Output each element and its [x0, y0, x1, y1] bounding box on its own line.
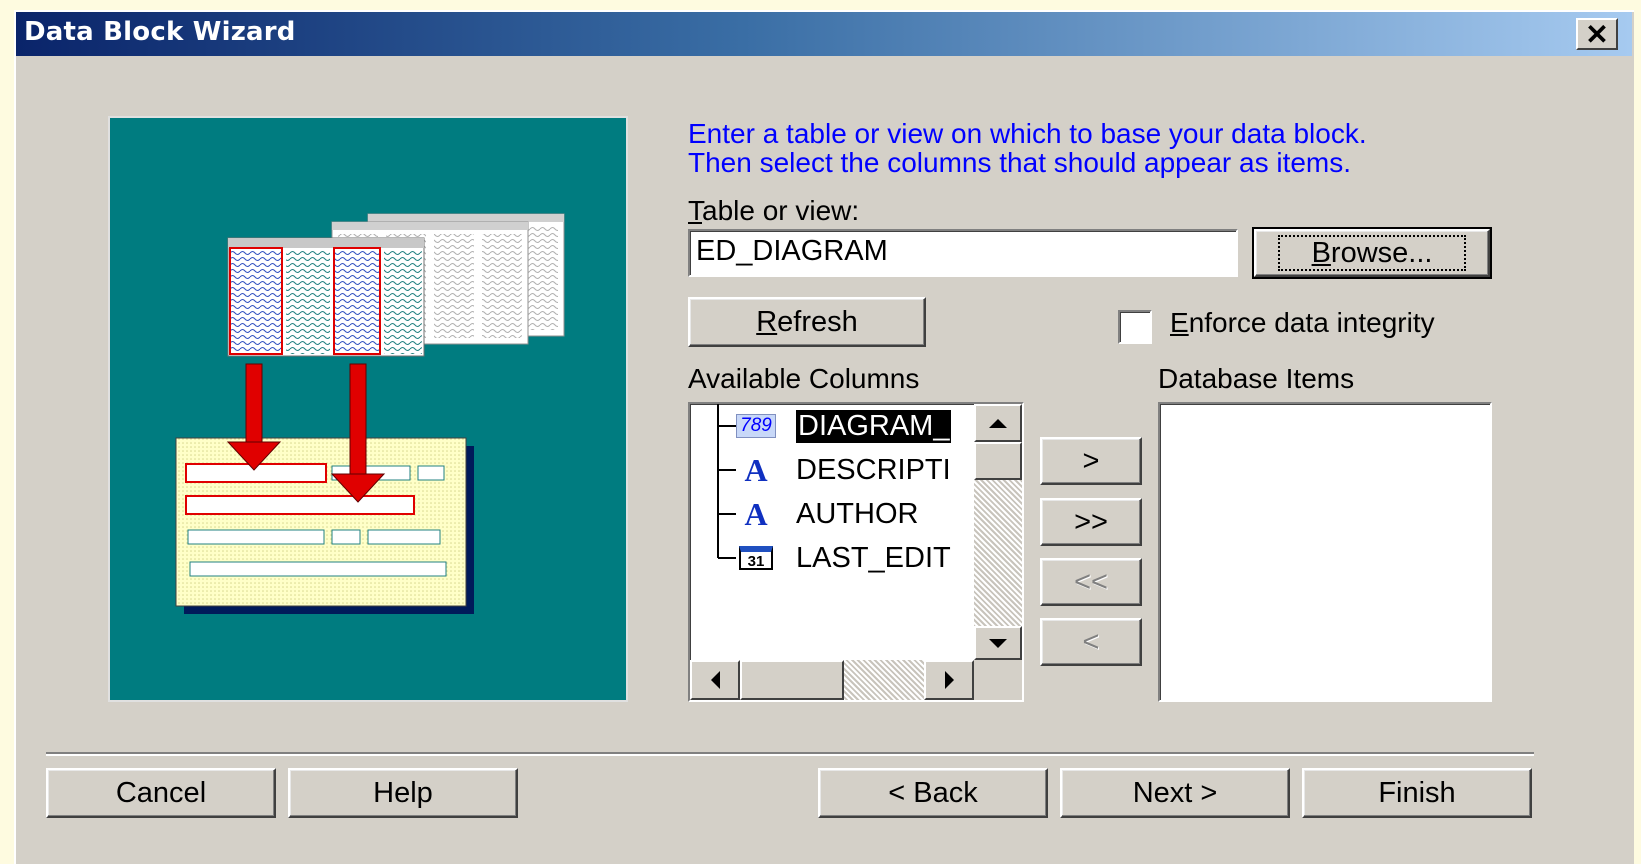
button-separator: [46, 752, 1534, 756]
scroll-right-button[interactable]: [924, 660, 974, 700]
database-items-label: Database Items: [1158, 363, 1355, 394]
arrow-down-icon: [989, 638, 1007, 648]
arrow-left-icon: [710, 671, 720, 689]
column-item-last-edit[interactable]: 31 LAST_EDIT: [734, 538, 951, 578]
scroll-left-button[interactable]: [690, 660, 740, 700]
add-all-button[interactable]: >>: [1040, 498, 1142, 546]
arrow-right-icon: [944, 671, 954, 689]
text-icon: A: [744, 451, 768, 488]
instruction-line-1: Enter a table or view on which to base y…: [688, 118, 1367, 149]
window-title: Data Block Wizard: [24, 17, 296, 47]
finish-button[interactable]: Finish: [1302, 768, 1532, 818]
back-button[interactable]: < Back: [818, 768, 1048, 818]
enforce-data-integrity-label[interactable]: Enforce data integrity: [1170, 307, 1435, 339]
enforce-data-integrity-checkbox[interactable]: [1118, 310, 1152, 344]
horizontal-scroll-thumb[interactable]: [740, 660, 844, 700]
instruction-line-2: Then select the columns that should appe…: [688, 147, 1352, 178]
next-button[interactable]: Next >: [1060, 768, 1290, 818]
table-to-form-illustration: [175, 213, 565, 614]
refresh-button-label: Refresh: [756, 305, 858, 338]
cancel-button[interactable]: Cancel: [46, 768, 276, 818]
refresh-button[interactable]: Refresh: [688, 297, 926, 347]
table-or-view-value: ED_DIAGRAM: [696, 235, 888, 267]
scroll-corner: [974, 660, 1022, 700]
title-bar[interactable]: Data Block Wizard ✕: [16, 12, 1632, 56]
remove-selected-button[interactable]: <: [1040, 618, 1142, 666]
database-items-list[interactable]: [1158, 402, 1492, 702]
number-icon: 789: [734, 411, 778, 441]
wizard-illustration: [108, 116, 628, 702]
column-item-author[interactable]: A AUTHOR: [734, 494, 918, 534]
close-button[interactable]: ✕: [1576, 18, 1618, 50]
add-selected-button[interactable]: >: [1040, 437, 1142, 485]
available-columns-label: Available Columns: [688, 363, 920, 394]
table-or-view-label: Table or view:: [688, 195, 860, 226]
column-item-diagram[interactable]: 789 DIAGRAM_: [734, 406, 952, 446]
table-or-view-input[interactable]: ED_DIAGRAM: [688, 229, 1238, 277]
close-icon: ✕: [1585, 18, 1609, 50]
column-items: 789 DIAGRAM_ A DESCRIPTI A AUTHOR 31 LAS…: [734, 404, 974, 584]
text-icon: A: [744, 495, 768, 532]
available-columns-list[interactable]: 789 DIAGRAM_ A DESCRIPTI A AUTHOR 31 LAS…: [688, 402, 1024, 702]
date-icon: 31: [734, 543, 778, 573]
column-item-description[interactable]: A DESCRIPTI: [734, 450, 950, 490]
vertical-scroll-thumb[interactable]: [974, 442, 1022, 480]
arrow-up-icon: [989, 418, 1007, 428]
scroll-down-button[interactable]: [974, 626, 1022, 660]
browse-button-label: Browse...: [1277, 235, 1467, 271]
browse-button[interactable]: Browse...: [1252, 227, 1492, 279]
scroll-up-button[interactable]: [974, 404, 1022, 442]
wizard-window: Data Block Wizard ✕ Enter a table or vie…: [14, 10, 1634, 864]
help-button[interactable]: Help: [288, 768, 518, 818]
remove-all-button[interactable]: <<: [1040, 558, 1142, 606]
